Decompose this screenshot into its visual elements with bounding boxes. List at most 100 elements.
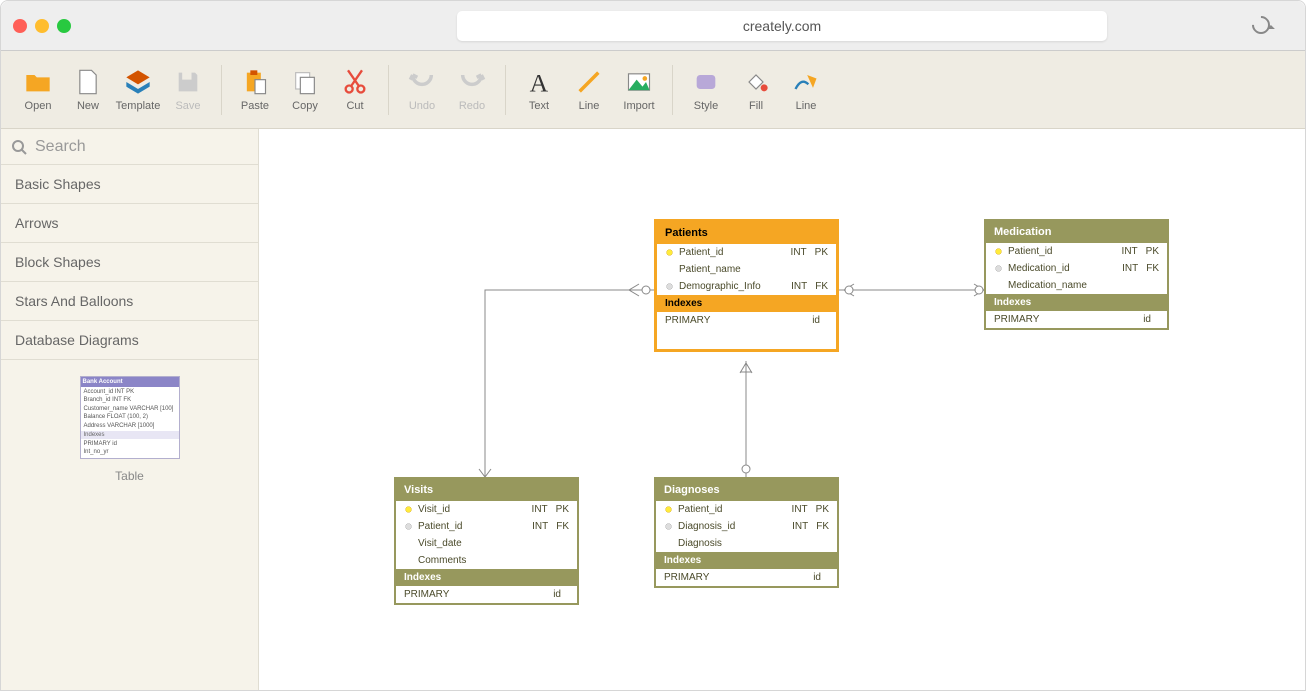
index-row[interactable]: PRIMARYid: [656, 569, 837, 586]
cut-button[interactable]: Cut: [330, 64, 380, 116]
sidebar-category-2[interactable]: Block Shapes: [1, 243, 258, 282]
entity-title: Diagnoses: [656, 479, 837, 501]
foreign-key-icon: [664, 522, 673, 531]
sidebar-category-1[interactable]: Arrows: [1, 204, 258, 243]
entity-visits[interactable]: VisitsVisit_idINTPKPatient_idINTFKVisit_…: [394, 477, 579, 605]
field-name: Comments: [418, 555, 569, 566]
entity-title: Patients: [657, 222, 836, 244]
undo-button[interactable]: Undo: [397, 64, 447, 116]
refresh-icon[interactable]: [1248, 12, 1273, 37]
redo-label: Redo: [459, 100, 485, 112]
field-name: Patient_name: [679, 264, 828, 275]
foreign-key-icon: [665, 282, 674, 291]
entity-field[interactable]: Patient_name: [657, 261, 836, 278]
entity-field[interactable]: Medication_idINTFK: [986, 260, 1167, 277]
entity-medication[interactable]: MedicationPatient_idINTPKMedication_idIN…: [984, 219, 1169, 330]
sidebar-category-3[interactable]: Stars And Balloons: [1, 282, 258, 321]
address-bar[interactable]: creately.com: [457, 11, 1107, 41]
new-button[interactable]: New: [63, 64, 113, 116]
no-key-icon: [664, 539, 673, 548]
save-button[interactable]: Save: [163, 64, 213, 116]
text-button[interactable]: A Text: [514, 64, 564, 116]
shape-preview[interactable]: Bank Account Account_id INT PKBranch_id …: [1, 360, 258, 499]
line-style-icon: [792, 68, 820, 96]
field-name: Patient_id: [1008, 246, 1114, 257]
line-tool-label: Line: [579, 100, 600, 112]
fill-button[interactable]: Fill: [731, 64, 781, 116]
copy-icon: [291, 68, 319, 96]
separator: [505, 65, 506, 115]
primary-key-icon: [664, 505, 673, 514]
open-button[interactable]: Open: [13, 64, 63, 116]
table-shape-thumbnail: Bank Account Account_id INT PKBranch_id …: [80, 376, 180, 459]
index-row[interactable]: PRIMARYid: [657, 312, 836, 329]
minimize-window-button[interactable]: [35, 19, 49, 33]
search-input[interactable]: Search: [1, 129, 258, 165]
undo-label: Undo: [409, 100, 435, 112]
field-name: Demographic_Info: [679, 281, 783, 292]
new-icon: [74, 68, 102, 96]
field-name: Medication_id: [1008, 263, 1114, 274]
text-icon: A: [525, 68, 553, 96]
import-icon: [625, 68, 653, 96]
maximize-window-button[interactable]: [57, 19, 71, 33]
line-tool-button[interactable]: Line: [564, 64, 614, 116]
field-name: Visit_id: [418, 504, 524, 515]
no-key-icon: [665, 265, 674, 274]
svg-text:A: A: [530, 68, 549, 96]
template-button[interactable]: Template: [113, 64, 163, 116]
undo-icon: [408, 68, 436, 96]
line-style-button[interactable]: Line: [781, 64, 831, 116]
text-label: Text: [529, 100, 549, 112]
entity-field[interactable]: Comments: [396, 552, 577, 569]
import-label: Import: [623, 100, 654, 112]
shape-preview-label: Table: [115, 469, 144, 483]
primary-key-icon: [665, 248, 674, 257]
foreign-key-icon: [404, 522, 413, 531]
paste-button[interactable]: Paste: [230, 64, 280, 116]
style-icon: [692, 68, 720, 96]
separator: [672, 65, 673, 115]
field-type: INT: [532, 521, 548, 532]
index-row[interactable]: PRIMARYid: [396, 586, 577, 603]
paste-icon: [241, 68, 269, 96]
foreign-key-icon: [994, 264, 1003, 273]
sidebar-category-0[interactable]: Basic Shapes: [1, 165, 258, 204]
close-window-button[interactable]: [13, 19, 27, 33]
entity-field[interactable]: Medication_name: [986, 277, 1167, 294]
entity-field[interactable]: Demographic_InfoINTFK: [657, 278, 836, 295]
entity-field[interactable]: Patient_idINTPK: [657, 244, 836, 261]
field-type: INT: [532, 504, 548, 515]
redo-button[interactable]: Redo: [447, 64, 497, 116]
entity-field[interactable]: Diagnosis: [656, 535, 837, 552]
field-type: INT: [1122, 263, 1138, 274]
copy-button[interactable]: Copy: [280, 64, 330, 116]
cut-icon: [341, 68, 369, 96]
connectors: [259, 129, 1305, 690]
diagram-canvas[interactable]: PatientsPatient_idINTPKPatient_nameDemog…: [259, 129, 1305, 690]
no-key-icon: [404, 539, 413, 548]
no-key-icon: [994, 281, 1003, 290]
entity-patients[interactable]: PatientsPatient_idINTPK Patient_name Demog…: [654, 219, 839, 352]
save-label: Save: [175, 100, 200, 112]
search-icon: [11, 139, 27, 155]
entity-field[interactable]: Patient_idINTPK: [986, 243, 1167, 260]
sidebar-category-4[interactable]: Database Diagrams: [1, 321, 258, 360]
entity-diagnoses[interactable]: DiagnosesPatient_idINTPKDiagnosis_idINTF…: [654, 477, 839, 588]
entity-field[interactable]: Diagnosis_idINTFK: [656, 518, 837, 535]
index-row[interactable]: PRIMARYid: [986, 311, 1167, 328]
entity-field[interactable]: Patient_idINTPK: [656, 501, 837, 518]
entity-title: Visits: [396, 479, 577, 501]
redo-icon: [458, 68, 486, 96]
template-icon: [124, 68, 152, 96]
entity-field[interactable]: Patient_idINTFK: [396, 518, 577, 535]
field-key: PK: [816, 504, 829, 515]
import-button[interactable]: Import: [614, 64, 664, 116]
open-label: Open: [25, 100, 52, 112]
entity-field[interactable]: Visit_date: [396, 535, 577, 552]
field-name: Visit_date: [418, 538, 569, 549]
primary-key-icon: [994, 247, 1003, 256]
entity-field[interactable]: Visit_idINTPK: [396, 501, 577, 518]
style-button[interactable]: Style: [681, 64, 731, 116]
field-key: FK: [815, 281, 828, 292]
